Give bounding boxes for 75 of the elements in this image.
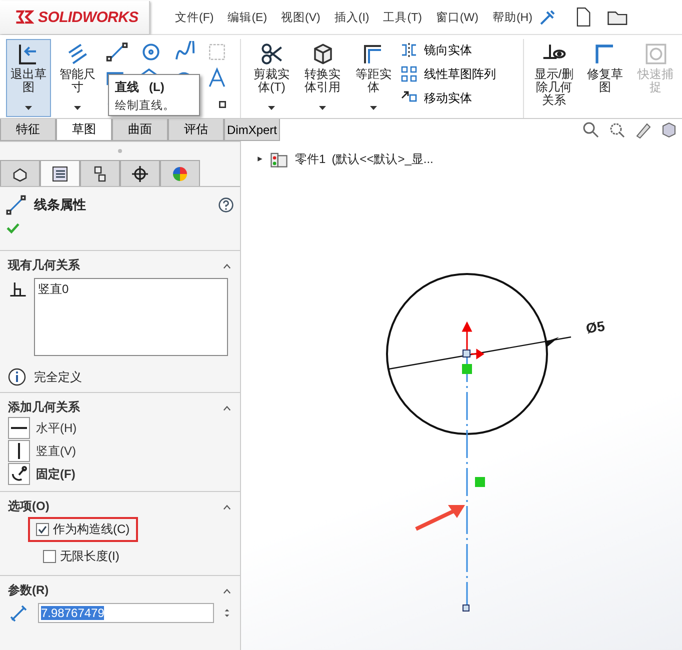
menu-item[interactable]: 插入(I) bbox=[327, 10, 376, 24]
menu-item[interactable]: 帮助(H) bbox=[485, 10, 540, 24]
collapse-icon bbox=[222, 586, 232, 594]
section-title: 参数(R) bbox=[8, 582, 49, 599]
pattern-icon bbox=[400, 65, 418, 83]
menu-item[interactable]: 工具(T) bbox=[376, 10, 429, 24]
list-icon bbox=[51, 164, 69, 182]
part-name[interactable]: 零件1 bbox=[295, 150, 326, 168]
line-icon bbox=[6, 195, 26, 215]
tooltip-title: 直线 (L) bbox=[115, 79, 166, 96]
caret-icon[interactable] bbox=[24, 106, 32, 110]
tooltip-description: 绘制直线。 bbox=[115, 98, 176, 113]
trim-icon bbox=[260, 42, 284, 66]
command-tab[interactable]: 草图 bbox=[56, 119, 112, 141]
checkbox[interactable]: 无限长度(I) bbox=[35, 544, 128, 569]
toolbar-button[interactable]: 镜向实体 bbox=[400, 41, 523, 59]
checkmark-icon bbox=[6, 221, 20, 235]
command-tab[interactable]: DimXpert bbox=[224, 119, 280, 141]
configuration-name: (默认<<默认>_显... bbox=[332, 150, 434, 168]
toolbar-button[interactable]: 等距实体 bbox=[348, 39, 398, 117]
snap-icon bbox=[644, 42, 668, 66]
menu-item[interactable]: 文件(F) bbox=[168, 10, 221, 24]
caret-icon[interactable] bbox=[74, 106, 81, 110]
expand-icon bbox=[257, 155, 263, 163]
toolbar-button[interactable]: 退出草图 bbox=[6, 39, 51, 117]
relation-item[interactable]: 竖直0 bbox=[38, 281, 224, 298]
length-field[interactable]: 7.98767479 bbox=[38, 603, 214, 623]
toolbar-button[interactable]: 转换实体引用 bbox=[298, 39, 347, 117]
grip-icon bbox=[117, 148, 123, 154]
collapse-icon bbox=[222, 502, 232, 510]
color-wheel-icon bbox=[171, 164, 189, 182]
toolbar-button[interactable]: 剪裁实体(T) bbox=[247, 39, 296, 117]
menu-item[interactable]: 窗口(W) bbox=[428, 10, 486, 24]
command-tab[interactable]: 曲面 bbox=[112, 119, 168, 141]
panel-tab[interactable] bbox=[120, 160, 160, 186]
help-icon bbox=[218, 197, 234, 213]
relation-button[interactable]: 固定(F) bbox=[8, 463, 232, 485]
panel-tab[interactable] bbox=[80, 160, 120, 186]
collapse-icon bbox=[222, 262, 232, 270]
mirror-icon bbox=[400, 41, 418, 59]
pin-icon bbox=[539, 8, 558, 26]
relation-button[interactable]: 水平(H) bbox=[8, 417, 232, 439]
checkmark-icon bbox=[38, 525, 47, 534]
caret-icon[interactable] bbox=[319, 106, 326, 110]
crosshair-icon bbox=[131, 164, 149, 182]
zoom-icon bbox=[582, 121, 600, 139]
section-title: 添加几何关系 bbox=[8, 399, 80, 416]
panel-tab[interactable] bbox=[0, 160, 40, 186]
command-tab[interactable]: 特征 bbox=[0, 119, 56, 141]
command-tab[interactable]: 评估 bbox=[168, 119, 224, 141]
section-title: 现有几何关系 bbox=[8, 257, 80, 274]
section-title: 选项(O) bbox=[8, 498, 50, 515]
caret-icon[interactable] bbox=[370, 106, 377, 110]
toolbar-button[interactable]: 移动实体 bbox=[400, 89, 523, 107]
logo-text: SOLIDWORKS bbox=[38, 8, 138, 26]
toolbar-button[interactable]: 智能尺寸 bbox=[52, 39, 102, 117]
panel-title: 线条属性 bbox=[34, 196, 87, 214]
zoom-area-icon bbox=[608, 121, 626, 139]
status-text: 完全定义 bbox=[34, 368, 82, 386]
line-icon bbox=[104, 41, 130, 63]
anchor-icon bbox=[11, 466, 27, 482]
collapse-icon bbox=[222, 404, 232, 412]
toolbar-button[interactable]: 显示/删除几何关系 bbox=[530, 39, 578, 117]
caret-icon[interactable] bbox=[268, 106, 276, 110]
panel-tab[interactable] bbox=[40, 160, 80, 186]
pencil-icon bbox=[634, 121, 652, 139]
menu-item[interactable]: 视图(V) bbox=[274, 10, 328, 24]
menu-item[interactable]: 编辑(E) bbox=[220, 10, 274, 24]
dimension-label[interactable]: Ø5 bbox=[584, 318, 606, 336]
relation-button[interactable]: 竖直(V) bbox=[8, 440, 232, 462]
toolbar-button[interactable]: 修复草图 bbox=[580, 39, 630, 117]
highlighted-checkbox[interactable]: 作为构造线(C) bbox=[28, 517, 138, 542]
info-icon bbox=[8, 368, 26, 386]
point-icon bbox=[219, 100, 226, 108]
toolbar-button[interactable]: 线性草图阵列 bbox=[400, 65, 523, 83]
